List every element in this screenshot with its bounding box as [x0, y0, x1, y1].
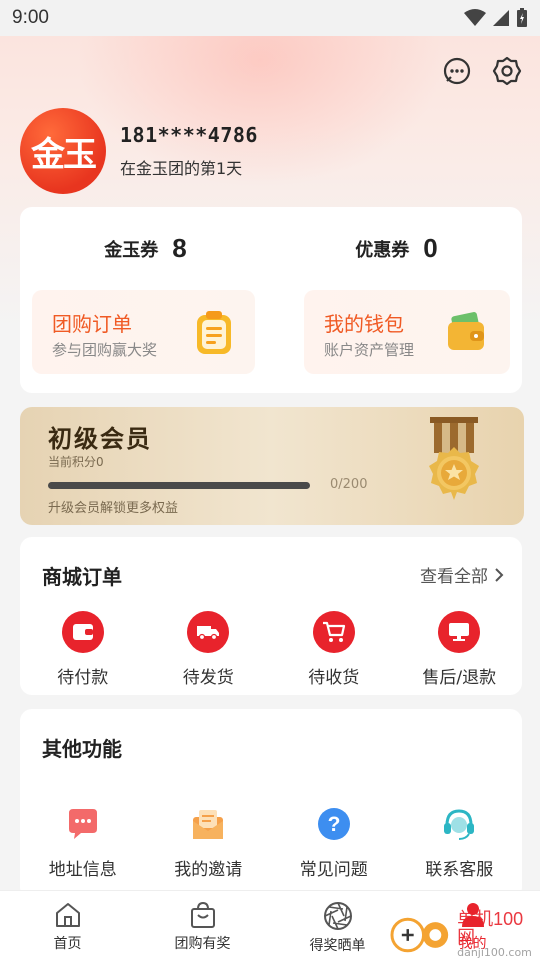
phone-number: 181****4786	[120, 123, 258, 147]
view-all-orders-link[interactable]: 查看全部	[420, 562, 504, 587]
member-level: 初级会员	[48, 425, 152, 453]
order-status-row: 待付款 待发货 待收货 售后/退款	[20, 611, 522, 688]
faq[interactable]: ? 常见问题	[271, 807, 397, 880]
home-icon	[55, 903, 80, 927]
cart-icon	[312, 611, 355, 653]
status-bar: 9:00	[0, 0, 540, 36]
member-hint: 升级会员解锁更多权益	[48, 501, 179, 516]
other-functions-row: 地址信息 我的邀请 ? 常见问题 联系客服	[20, 807, 522, 880]
member-progress-bar	[48, 482, 310, 489]
monitor-icon	[438, 611, 481, 653]
chat-bubble-icon	[66, 807, 100, 845]
watermark-brand: 单机100网	[457, 909, 524, 947]
battery-icon	[517, 8, 527, 27]
order-pending-payment-label: 待付款	[57, 668, 109, 688]
order-pending-payment[interactable]: 待付款	[20, 611, 146, 688]
avatar-logo-text: 金玉	[31, 134, 97, 175]
order-pending-receipt-label: 待收货	[308, 668, 360, 688]
order-after-sales-label: 售后/退款	[422, 668, 497, 688]
shopping-bag-icon	[190, 901, 215, 928]
header-actions	[442, 56, 522, 86]
member-progress-text: 0/200	[330, 477, 368, 492]
discount-coupon-label: 优惠券	[355, 239, 410, 261]
medal-icon	[416, 415, 492, 519]
truck-icon	[187, 611, 230, 653]
coupon-row: 金玉券 8 优惠券 0	[20, 233, 522, 264]
wallet-icon	[446, 312, 486, 356]
group-order-entry[interactable]: 团购订单 参与团购赢大奖	[32, 290, 255, 374]
message-icon[interactable]	[442, 56, 472, 86]
address-info-label: 地址信息	[48, 860, 117, 880]
svg-text:?: ?	[327, 813, 340, 836]
nav-winners[interactable]: 得奖晒单	[270, 891, 405, 960]
clipboard-icon	[195, 310, 233, 360]
aperture-icon	[323, 902, 352, 930]
signal-icon	[493, 10, 509, 26]
status-icons	[464, 8, 528, 28]
view-all-label: 查看全部	[420, 567, 488, 587]
watermark-url: danji100.com	[457, 946, 532, 959]
chevron-right-icon	[495, 567, 504, 582]
watermark-logo-icon	[390, 917, 449, 952]
settings-icon[interactable]	[492, 56, 522, 86]
order-pending-shipment-label: 待发货	[182, 668, 234, 688]
profile-section[interactable]: 金玉 181****4786 在金玉团的第1天	[20, 108, 258, 194]
wifi-icon	[464, 9, 486, 26]
order-pending-receipt[interactable]: 待收货	[271, 611, 397, 688]
nav-home-label: 首页	[53, 936, 82, 952]
gold-coupon-value: 8	[172, 233, 187, 263]
envelope-icon	[191, 807, 225, 845]
discount-coupon[interactable]: 优惠券 0	[271, 233, 522, 264]
contact-support[interactable]: 联系客服	[397, 807, 523, 880]
avatar[interactable]: 金玉	[20, 108, 106, 194]
assets-card: 金玉券 8 优惠券 0 团购订单 参与团购赢大奖 我的钱包 账户资产管理	[20, 207, 522, 393]
question-icon: ?	[317, 807, 351, 845]
discount-coupon-value: 0	[423, 233, 438, 263]
nav-home[interactable]: 首页	[0, 891, 135, 960]
watermark: 单机100网 danji100.com	[390, 910, 540, 959]
gold-coupon[interactable]: 金玉券 8	[20, 233, 271, 264]
nav-group-buy[interactable]: 团购有奖	[135, 891, 270, 960]
my-invitations[interactable]: 我的邀请	[146, 807, 272, 880]
member-days: 在金玉团的第1天	[120, 159, 243, 178]
watermark-text: 单机100网 danji100.com	[457, 910, 540, 959]
profile-info: 181****4786 在金玉团的第1天	[120, 123, 258, 179]
other-functions-card: 其他功能 地址信息 我的邀请 ? 常见问题 联系客服	[20, 709, 522, 899]
other-functions-title: 其他功能	[42, 737, 122, 761]
mall-orders-title: 商城订单	[42, 565, 122, 589]
wallet-icon	[61, 611, 104, 653]
wallet-entry[interactable]: 我的钱包 账户资产管理	[304, 290, 510, 374]
nav-group-buy-label: 团购有奖	[174, 936, 231, 952]
address-info[interactable]: 地址信息	[20, 807, 146, 880]
mall-orders-card: 商城订单 查看全部 待付款 待发货 待收货 售后/退款	[20, 537, 522, 695]
membership-card[interactable]: 初级会员 当前积分0 0/200 升级会员解锁更多权益	[20, 407, 524, 525]
contact-support-label: 联系客服	[425, 860, 494, 880]
my-invitations-label: 我的邀请	[174, 860, 243, 880]
headset-icon	[442, 807, 476, 845]
nav-winners-label: 得奖晒单	[309, 938, 366, 954]
order-after-sales[interactable]: 售后/退款	[397, 611, 523, 688]
order-pending-shipment[interactable]: 待发货	[146, 611, 272, 688]
faq-label: 常见问题	[299, 860, 368, 880]
member-points: 当前积分0	[48, 455, 104, 469]
status-time: 9:00	[12, 7, 49, 28]
gold-coupon-label: 金玉券	[104, 239, 159, 261]
